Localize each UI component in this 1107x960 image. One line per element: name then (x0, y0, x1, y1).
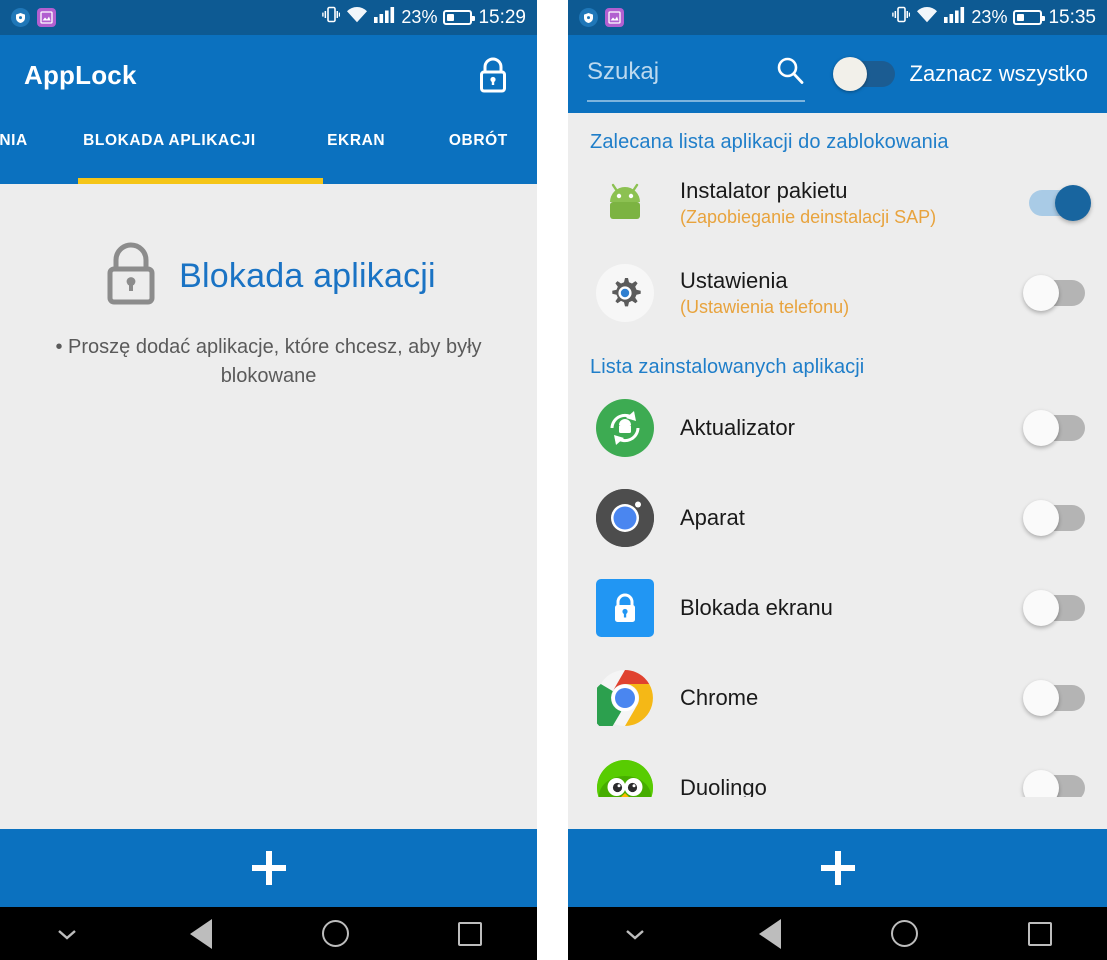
search-placeholder: Szukaj (587, 58, 660, 85)
android-nav-bar-right (568, 907, 1107, 960)
select-all-label: Zaznacz wszystko (909, 61, 1089, 86)
nav-back-button[interactable] (134, 918, 268, 949)
right-phone-screen: 23% 15:35 Szukaj Zaznacz wszystko Zaleca… (568, 0, 1107, 960)
app-lock-toggle[interactable] (1023, 275, 1085, 311)
recents-icon (1027, 921, 1052, 946)
screen-divider (537, 0, 568, 960)
left-phone-screen: 23% 15:29 AppLock ENIA BLOKADA APLIKACJI… (0, 0, 537, 960)
screen-lock-icon (596, 579, 654, 637)
app-description: (Ustawienia telefonu) (680, 297, 850, 317)
app-lock-toggle[interactable] (1029, 185, 1091, 221)
camera-icon (596, 489, 654, 547)
tab-ekran[interactable]: EKRAN (293, 115, 420, 150)
duolingo-owl-icon (596, 759, 654, 797)
nav-back-button[interactable] (703, 918, 838, 949)
vibrate-icon (322, 5, 341, 30)
home-icon (891, 920, 919, 947)
list-item[interactable]: Duolingo (568, 743, 1107, 797)
app-lock-toggle[interactable] (1023, 680, 1085, 716)
android-robot-icon (596, 174, 654, 232)
nav-home-button[interactable] (269, 920, 403, 947)
app-lock-toggle[interactable] (1023, 770, 1085, 797)
lock-icon[interactable] (473, 53, 513, 97)
empty-state-panel: Blokada aplikacji • Proszę dodać aplikac… (0, 184, 537, 867)
search-bar: Szukaj Zaznacz wszystko (568, 35, 1107, 113)
section-title-installed: Lista zainstalowanych aplikacji (590, 356, 865, 378)
plus-icon (820, 851, 855, 885)
app-lock-toggle[interactable] (1023, 500, 1085, 536)
tab-bar: ENIA BLOKADA APLIKACJI EKRAN OBRÓT (0, 115, 537, 184)
dual-screenshot: 23% 15:29 AppLock ENIA BLOKADA APLIKACJI… (0, 0, 1107, 960)
search-icon[interactable] (775, 55, 805, 90)
updater-icon (596, 399, 654, 457)
app-lock-toggle[interactable] (1023, 590, 1085, 626)
app-name: Aparat (680, 505, 745, 530)
recents-icon (457, 921, 482, 946)
status-bar-notifications (11, 8, 56, 27)
app-description: (Zapobieganie deinstalacji SAP) (680, 207, 937, 227)
add-app-button-right[interactable] (568, 829, 1107, 907)
empty-state-title: Blokada aplikacji (179, 257, 436, 295)
nav-recents-button[interactable] (972, 921, 1107, 946)
section-title-recommended: Zalecana lista aplikacji do zablokowania (590, 131, 949, 153)
app-lock-toggle[interactable] (1023, 410, 1085, 446)
list-item[interactable]: Instalator pakietu (Zapobieganie deinsta… (568, 158, 1107, 248)
wifi-icon (916, 6, 938, 29)
plus-icon (251, 851, 286, 885)
signal-icon (944, 6, 965, 29)
status-bar-clock: 15:29 (478, 6, 526, 28)
page-title: AppLock (24, 59, 137, 90)
battery-percentage: 23% (401, 7, 438, 27)
status-bar-system-icons-right: 23% 15:35 (892, 5, 1096, 30)
empty-state-message: • Proszę dodać aplikacje, które chcesz, … (55, 336, 482, 387)
nav-hide-keyboard-button[interactable] (568, 928, 703, 940)
nav-home-button[interactable] (838, 920, 973, 947)
chrome-icon (596, 669, 654, 727)
list-item[interactable]: Chrome (568, 653, 1107, 743)
app-name: Blokada ekranu (680, 595, 833, 620)
select-all-toggle[interactable] (832, 57, 895, 91)
status-bar-system-icons: 23% 15:29 (322, 5, 526, 30)
nav-recents-button[interactable] (403, 921, 537, 946)
app-name: Duolingo (680, 775, 767, 797)
list-item[interactable]: Aktualizator (568, 383, 1107, 473)
back-icon (190, 918, 213, 949)
status-bar-notifications-right (579, 8, 624, 27)
signal-icon (374, 6, 395, 29)
gallery-icon (37, 8, 56, 27)
tab-obrot[interactable]: OBRÓT (420, 115, 537, 150)
app-bar: AppLock (0, 35, 537, 115)
shield-icon (579, 8, 598, 27)
list-item[interactable]: Ustawienia (Ustawienia telefonu) (568, 248, 1107, 338)
app-name: Instalator pakietu (680, 178, 848, 203)
status-bar-clock: 15:35 (1048, 6, 1096, 28)
tab-ustawienia[interactable]: ENIA (0, 115, 46, 150)
gear-icon (596, 264, 654, 322)
tab-blokada-aplikacji[interactable]: BLOKADA APLIKACJI (46, 115, 292, 150)
wifi-icon (346, 6, 368, 29)
app-name: Ustawienia (680, 268, 788, 293)
home-icon (322, 920, 350, 947)
status-bar-right: 23% 15:35 (568, 0, 1107, 35)
gallery-icon (605, 8, 624, 27)
shield-icon (11, 8, 30, 27)
lock-outline-icon (101, 240, 161, 313)
vibrate-icon (892, 5, 911, 30)
battery-icon (443, 10, 476, 25)
add-app-button-left[interactable] (0, 829, 537, 907)
app-list-panel[interactable]: Zalecana lista aplikacji do zablokowania… (568, 113, 1107, 797)
app-name: Chrome (680, 685, 759, 710)
list-item[interactable]: Blokada ekranu (568, 563, 1107, 653)
android-nav-bar-left (0, 907, 537, 960)
nav-hide-keyboard-button[interactable] (0, 928, 134, 940)
app-name: Aktualizator (680, 415, 795, 440)
status-bar-left: 23% 15:29 (0, 0, 537, 35)
battery-icon (1013, 10, 1046, 25)
battery-percentage: 23% (971, 7, 1008, 27)
back-icon (759, 918, 782, 949)
list-item[interactable]: Aparat (568, 473, 1107, 563)
search-input[interactable]: Szukaj (587, 55, 805, 102)
